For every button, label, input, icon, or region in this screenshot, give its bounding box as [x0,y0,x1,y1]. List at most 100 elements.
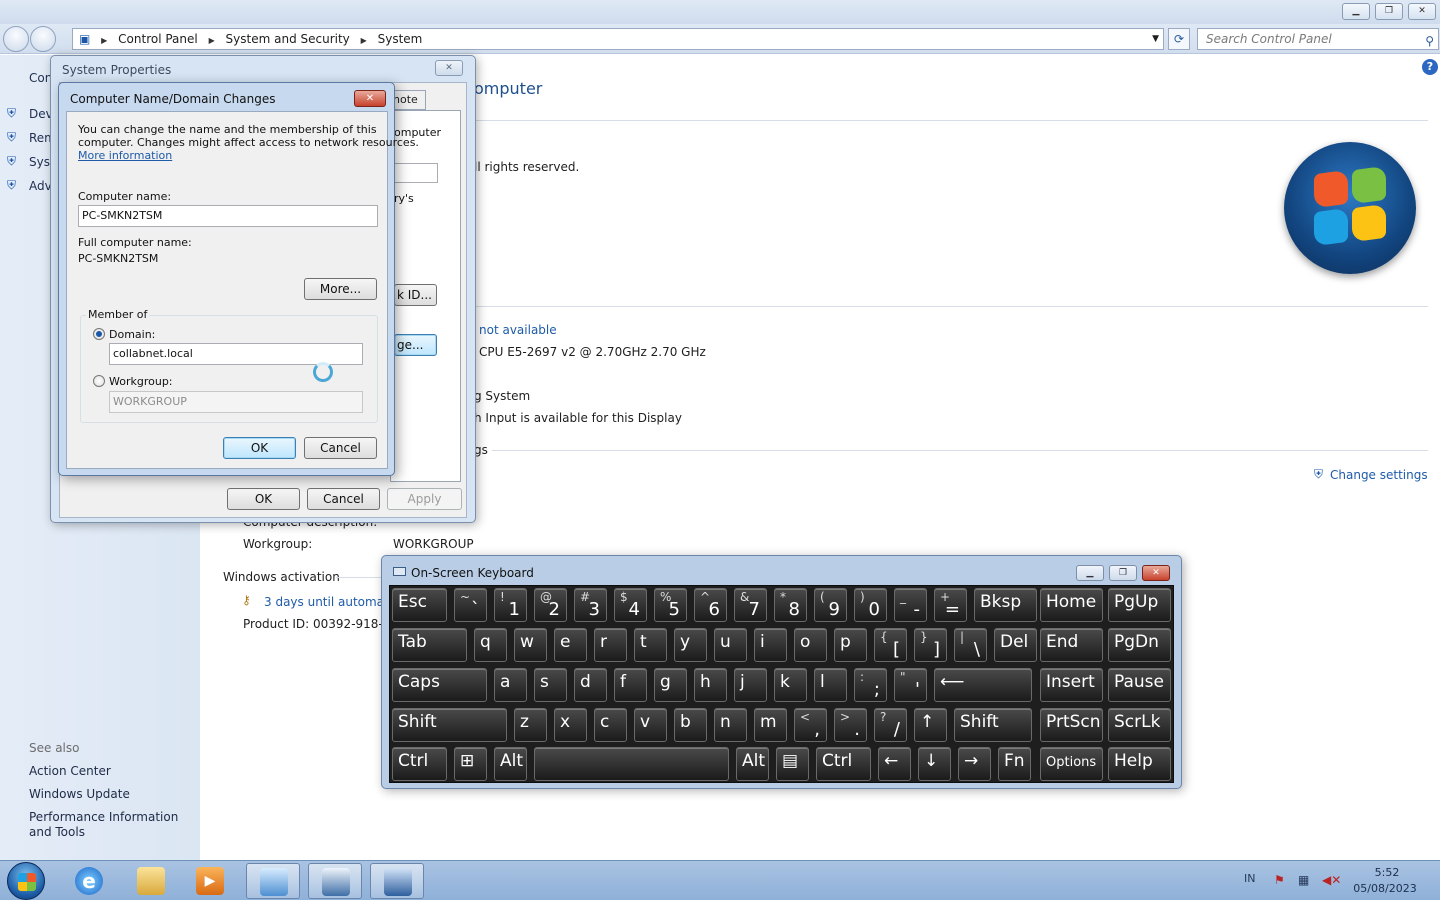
change-settings-link[interactable]: Change settings [1330,468,1428,482]
more-information-link[interactable]: More information [78,149,172,162]
key-z-key[interactable]: z [514,708,547,742]
close-button[interactable]: ✕ [435,60,463,76]
key-pause-key[interactable]: Pause [1108,668,1171,702]
restore-button[interactable]: ❐ [1109,565,1137,581]
key-n-key[interactable]: n [714,708,747,742]
network-id-button[interactable]: k ID... [394,284,437,306]
cancel-button[interactable]: Cancel [307,488,380,510]
key--key[interactable]: <, [794,708,827,742]
key-help-key[interactable]: Help [1108,747,1171,781]
key--key[interactable]: :; [854,668,887,702]
computer-name-input[interactable]: PC-SMKN2TSM [78,205,378,227]
start-button[interactable] [7,862,45,900]
key--key[interactable]: >. [834,708,867,742]
key--key[interactable]: {[ [874,628,907,662]
key--key[interactable]: _ - [894,588,927,622]
tab-remote[interactable]: note [390,90,426,110]
nav-control-panel-home[interactable]: Con [29,71,52,85]
activation-link[interactable]: 3 days until automati [264,595,392,609]
key-j-key[interactable]: j [734,668,767,702]
key-p-key[interactable]: p [834,628,867,662]
key-4-key[interactable]: $4 [614,588,647,622]
nav-advanced-settings[interactable]: Adv [29,179,52,193]
key-y-key[interactable]: y [674,628,707,662]
key-prtscn-key[interactable]: PrtScn [1040,708,1103,742]
close-button[interactable]: ✕ [1408,3,1436,20]
key-esc-key[interactable]: Esc [392,588,447,622]
key-pgup-key[interactable]: PgUp [1108,588,1171,622]
cancel-button[interactable]: Cancel [304,437,377,459]
taskbar-explorer[interactable] [124,863,178,899]
address-dropdown-icon[interactable]: ▼ [1152,29,1159,49]
clock-time[interactable]: 5:52 [1362,866,1412,879]
key-m-key[interactable]: m [754,708,787,742]
key--key[interactable]: + = [934,588,967,622]
language-indicator[interactable]: IN [1244,872,1255,885]
key-bksp-key[interactable]: Bksp [974,588,1037,622]
key-symbol-key[interactable]: ⊞ [454,747,487,781]
more-button[interactable]: More... [304,278,377,300]
workgroup-radio[interactable] [93,375,105,387]
key-tab-key[interactable]: Tab [392,628,467,662]
close-button[interactable]: ✕ [1142,565,1170,581]
key-insert-key[interactable]: Insert [1040,668,1103,702]
see-also-action-center[interactable]: Action Center [29,764,111,779]
key-r-key[interactable]: r [594,628,627,662]
domain-radio[interactable] [93,328,105,340]
taskbar-internet-explorer[interactable]: e [62,863,116,899]
key-s-key[interactable]: s [534,668,567,702]
change-button[interactable]: ge... [394,334,437,356]
help-icon[interactable]: ? [1422,59,1438,75]
key-symbol-key[interactable]: ← [878,747,911,781]
key-c-key[interactable]: c [594,708,627,742]
rating-link[interactable]: not available [479,323,557,337]
key-b-key[interactable]: b [674,708,707,742]
clock-date[interactable]: 05/08/2023 [1350,882,1420,895]
taskbar-on-screen-keyboard[interactable] [370,863,424,899]
key-2-key[interactable]: @2 [534,588,567,622]
key--key[interactable]: ? / [874,708,907,742]
key-alt-key[interactable]: Alt [494,747,527,781]
key-1-key[interactable]: ! 1 [494,588,527,622]
forward-button[interactable] [30,26,56,52]
description-input[interactable] [394,163,438,183]
key-q-key[interactable]: q [474,628,507,662]
key-6-key[interactable]: ^ 6 [694,588,727,622]
key-caps-key[interactable]: Caps [392,668,487,702]
key-symbol-key[interactable]: ▤ [776,747,809,781]
action-center-flag-icon[interactable]: ⚑ [1274,873,1290,889]
key-symbol-key[interactable]: ↓ [918,747,951,781]
key-space-key[interactable] [534,747,729,781]
refresh-icon[interactable]: ⟳ [1168,28,1190,50]
breadcrumb-system-and-security[interactable]: System and Security [226,32,350,46]
key-ctrl-key[interactable]: Ctrl [392,747,447,781]
maximize-button[interactable]: ❐ [1375,3,1403,20]
search-input[interactable]: Search Control Panel ⚲ [1197,28,1439,50]
key-v-key[interactable]: v [634,708,667,742]
key-x-key[interactable]: x [554,708,587,742]
back-button[interactable] [3,26,29,52]
address-bar[interactable]: ▣ ▶ Control Panel ▶ System and Security … [72,28,1164,50]
see-also-windows-update[interactable]: Windows Update [29,787,130,802]
key-symbol-key[interactable]: ⟵ [934,668,1032,702]
search-icon[interactable]: ⚲ [1425,31,1434,51]
breadcrumb-system[interactable]: System [378,32,423,46]
key-shift-key[interactable]: Shift [392,708,507,742]
key-0-key[interactable]: ) 0 [854,588,887,622]
ok-button[interactable]: OK [223,437,296,459]
key-home-key[interactable]: Home [1040,588,1103,622]
key-8-key[interactable]: * 8 [774,588,807,622]
key-g-key[interactable]: g [654,668,687,702]
key--key[interactable]: | \ [954,628,987,662]
taskbar-control-panel[interactable] [246,863,300,899]
key-9-key[interactable]: (9 [814,588,847,622]
key-o-key[interactable]: o [794,628,827,662]
minimize-button[interactable]: ▁ [1076,565,1104,581]
key-w-key[interactable]: w [514,628,547,662]
key-t-key[interactable]: t [634,628,667,662]
key-alt-key[interactable]: Alt [736,747,769,781]
see-also-performance-info[interactable]: Performance Information and Tools [29,810,194,840]
key-end-key[interactable]: End [1040,628,1103,662]
volume-muted-icon[interactable]: ◀✕ [1322,873,1341,889]
taskbar-system-properties[interactable] [308,863,362,899]
